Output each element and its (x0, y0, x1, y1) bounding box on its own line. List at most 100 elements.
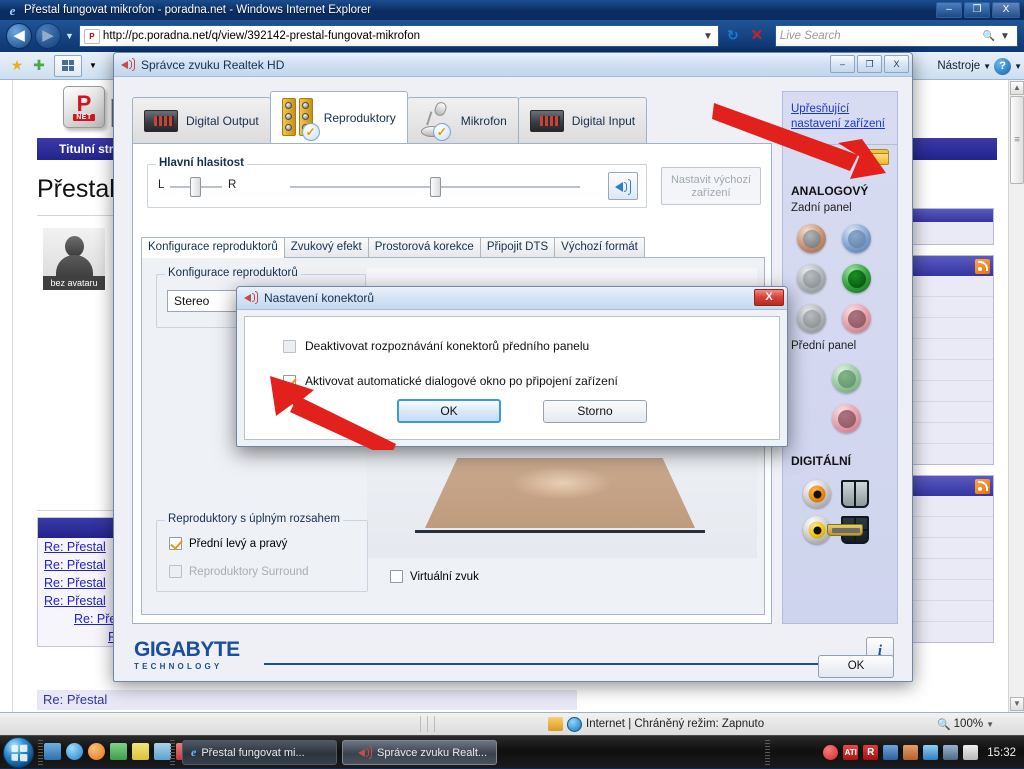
advanced-device-settings-link[interactable]: Upřesňující nastavení zařízení (791, 102, 891, 132)
jack-grey-1[interactable] (797, 264, 826, 293)
task-ie[interactable]: e Přestal fungovat mi... (182, 740, 337, 765)
rss-icon[interactable] (975, 478, 990, 494)
tab-reproduktory[interactable]: ✓ Reproduktory (269, 91, 408, 143)
scroll-up-arrow-icon[interactable]: ▲ (1010, 81, 1024, 95)
tab-zvukovy-efekt[interactable]: Zvukový efekt (283, 237, 369, 257)
taskbar-clock[interactable]: 15:32 (987, 747, 1016, 759)
help-caret-icon[interactable]: ▼ (1014, 62, 1022, 71)
logo-badge: NET (73, 113, 95, 121)
checkbox-virtual-sound[interactable]: Virtuální zvuk (390, 570, 479, 583)
zoom-control[interactable]: 🔍 100% ▼ (937, 718, 994, 731)
checkbox-auto-dialog[interactable]: Aktivovat automatické dialogové okno po … (283, 374, 618, 388)
recent-pages-caret-icon[interactable]: ▼ (65, 31, 74, 41)
network-tray-icon[interactable] (943, 745, 959, 760)
realtek-ok-button[interactable]: OK (818, 655, 894, 678)
search-dropdown-icon[interactable]: ▼ (997, 31, 1013, 42)
address-bar[interactable]: P http://pc.poradna.net/q/view/392142-pr… (78, 25, 719, 47)
spdif-out-jack[interactable] (803, 480, 831, 508)
task-realtek[interactable]: Správce zvuku Realt... (342, 740, 497, 765)
balance-slider-thumb[interactable] (190, 177, 201, 197)
room-glow (512, 466, 612, 500)
volume-slider-thumb[interactable] (430, 177, 441, 197)
quick-tabs-caret-icon[interactable]: ▼ (82, 61, 104, 70)
refresh-button[interactable]: ↻ (721, 25, 745, 47)
modal-close-button[interactable]: X (754, 289, 784, 306)
set-default-device-button[interactable]: Nastavit výchozí zařízení (661, 167, 761, 205)
volume-tray-icon[interactable] (963, 745, 979, 760)
jack-pink[interactable] (842, 304, 871, 333)
scrollbar-thumb[interactable] (1010, 96, 1024, 184)
show-desktop-icon[interactable] (44, 743, 61, 760)
add-star-icon[interactable]: ✚ (28, 57, 50, 74)
tab-mikrofon[interactable]: ✓ Mikrofon (406, 97, 519, 143)
scroll-down-arrow-icon[interactable]: ▼ (1010, 697, 1024, 711)
footer-rule (264, 663, 844, 665)
media-player-icon[interactable] (88, 743, 105, 760)
realtek-window-title: Správce zvuku Realtek HD (141, 57, 285, 72)
taskbar-task-buttons: e Přestal fungovat mi... Správce zvuku R… (182, 740, 497, 765)
security-shield-icon[interactable] (823, 745, 839, 760)
security-zone-indicator[interactable]: Internet | Chráněný režim: Zapnuto (548, 716, 764, 732)
back-button[interactable]: ◀ (6, 23, 32, 49)
close-button[interactable]: X (884, 55, 909, 73)
help-icon[interactable]: ? (994, 57, 1012, 75)
search-input[interactable]: Live Search (780, 30, 981, 42)
zoom-level[interactable]: 100% (954, 718, 983, 730)
checkbox-surround-box[interactable] (169, 565, 182, 578)
checkbox-front-left-right[interactable]: Přední levý a pravý (169, 537, 287, 550)
notepad-icon[interactable] (132, 743, 149, 760)
jack-grey-2[interactable] (797, 304, 826, 333)
modal-cancel-button[interactable]: Storno (543, 400, 647, 423)
tools-caret-icon[interactable]: ▼ (983, 62, 991, 71)
maximize-button[interactable]: ❐ (857, 55, 882, 73)
folder-icon[interactable] (864, 148, 890, 166)
page-scrollbar[interactable]: ▲ ▼ (1008, 80, 1024, 712)
tools-menu[interactable]: Nástroje (937, 60, 980, 72)
star-icon[interactable]: ★ (6, 57, 28, 74)
checkbox-surround[interactable]: Reproduktory Surround (169, 565, 309, 578)
checkbox-auto-dialog-box[interactable] (283, 374, 296, 388)
search-icon[interactable]: 🔍 (981, 31, 997, 42)
jack-front-green[interactable] (832, 364, 861, 393)
jack-green[interactable] (842, 264, 871, 293)
minimize-button[interactable]: – (830, 55, 855, 73)
jack-blue[interactable] (842, 224, 871, 253)
internet-explorer-icon[interactable] (66, 743, 83, 760)
zoom-caret-icon[interactable]: ▼ (986, 720, 994, 729)
tab-konfigurace-reproduktoru[interactable]: Konfigurace reproduktorů (141, 237, 285, 258)
hdmi-icon[interactable] (827, 524, 863, 536)
checkbox-front-left-right-box[interactable] (169, 537, 182, 550)
ati-catalyst-icon[interactable]: ATI (843, 745, 859, 760)
checkbox-deactivate-front-panel-label: Deaktivovat rozpoznávání konektorů předn… (305, 339, 590, 353)
avira-icon[interactable]: R (863, 745, 879, 760)
jack-front-pink[interactable] (832, 404, 861, 433)
superantispyware-icon[interactable] (883, 745, 899, 760)
realtek-tray-icon[interactable] (903, 745, 919, 760)
stop-button[interactable]: ✕ (745, 25, 769, 47)
tab-pripojit-dts[interactable]: Připojit DTS (479, 237, 556, 257)
minimize-button[interactable]: – (936, 2, 962, 18)
optical-out-icon[interactable] (841, 480, 869, 508)
address-input[interactable]: http://pc.poradna.net/q/view/392142-pres… (103, 30, 700, 42)
windows-start-orb[interactable] (3, 737, 34, 768)
rss-icon[interactable] (975, 258, 990, 274)
close-button[interactable]: X (992, 2, 1020, 18)
mute-button[interactable] (608, 172, 638, 200)
tab-digital-input[interactable]: Digital Input (517, 97, 648, 143)
quick-tabs-icon[interactable] (54, 54, 82, 77)
network-icon[interactable] (110, 743, 127, 760)
jack-orange[interactable] (797, 224, 826, 253)
checkbox-virtual-sound-box[interactable] (390, 570, 403, 583)
windows-tray-icon[interactable] (923, 745, 939, 760)
checkbox-deactivate-front-panel-box[interactable] (283, 339, 296, 353)
checkbox-deactivate-front-panel[interactable]: Deaktivovat rozpoznávání konektorů předn… (283, 339, 589, 353)
tab-vychozi-format[interactable]: Výchozí formát (554, 237, 645, 257)
search-box[interactable]: Live Search 🔍 ▼ (774, 25, 1018, 47)
tab-prostorova-korekce[interactable]: Prostorová korekce (367, 237, 481, 257)
maximize-button[interactable]: ❐ (964, 2, 990, 18)
tab-digital-output[interactable]: Digital Output (132, 97, 271, 143)
address-dropdown-icon[interactable]: ▼ (700, 31, 716, 42)
modal-ok-button[interactable]: OK (397, 399, 501, 423)
document-icon[interactable] (154, 743, 171, 760)
forward-button[interactable]: ▶ (35, 23, 61, 49)
